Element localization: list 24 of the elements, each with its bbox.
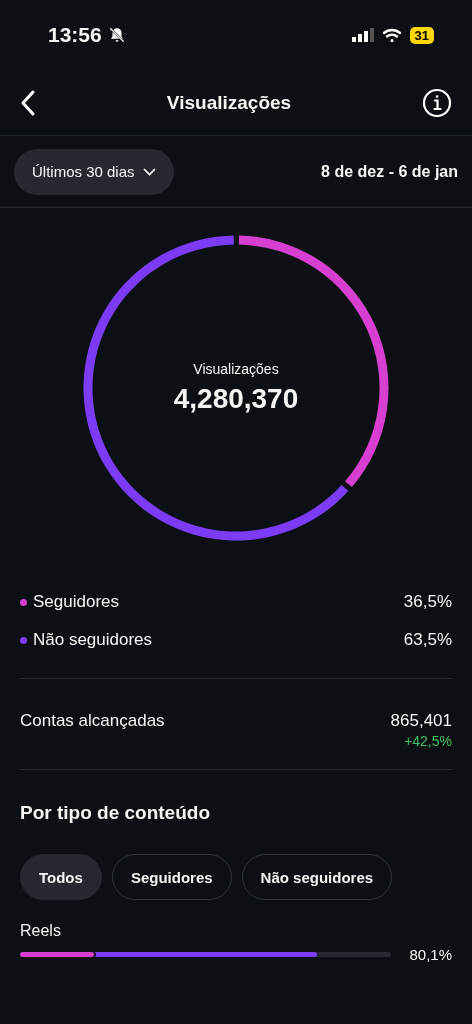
- info-icon[interactable]: [422, 87, 452, 118]
- legend-value: 36,5%: [403, 592, 452, 612]
- legend-label: Seguidores: [33, 592, 119, 612]
- reach-change: +42,5%: [404, 733, 452, 749]
- section-title: Por tipo de conteúdo: [20, 802, 211, 824]
- legend-value: 63,5%: [403, 630, 452, 650]
- content-type-value: 80,1%: [409, 946, 452, 963]
- date-range: 8 de dez - 6 de jan: [321, 162, 458, 181]
- filter-chip[interactable]: Todos: [20, 854, 102, 900]
- wifi-icon: [381, 27, 402, 43]
- muted-bell-icon: [107, 26, 126, 44]
- reach-label: Contas alcançadas: [20, 711, 165, 731]
- date-range-dropdown[interactable]: Últimos 30 dias: [14, 148, 174, 195]
- chart-label: Visualizações: [193, 361, 279, 377]
- back-icon[interactable]: [20, 89, 36, 116]
- signal-icon: [351, 28, 374, 42]
- reach-value: 865,401: [390, 711, 452, 731]
- content-type-label: Reels: [20, 922, 62, 940]
- chevron-down-icon: [142, 167, 156, 176]
- battery-level: 31: [409, 26, 434, 44]
- total-views: 4,280,370: [173, 383, 299, 415]
- status-time: 13:56: [48, 23, 102, 47]
- page-title: Visualizações: [166, 91, 292, 114]
- legend-label: Não seguidores: [33, 630, 153, 650]
